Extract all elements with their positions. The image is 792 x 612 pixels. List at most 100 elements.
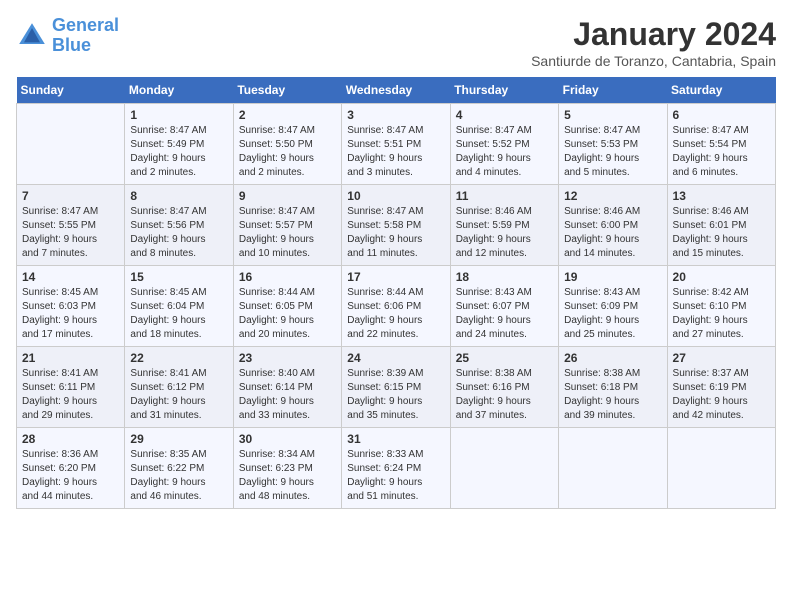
day-info: Sunrise: 8:38 AM Sunset: 6:18 PM Dayligh…	[564, 367, 661, 423]
weekday-header-sunday: Sunday	[17, 77, 125, 104]
day-cell: 6Sunrise: 8:47 AM Sunset: 5:54 PM Daylig…	[667, 104, 775, 185]
day-info: Sunrise: 8:47 AM Sunset: 5:53 PM Dayligh…	[564, 124, 661, 180]
day-number: 13	[673, 189, 770, 203]
day-number: 20	[673, 270, 770, 284]
day-cell: 10Sunrise: 8:47 AM Sunset: 5:58 PM Dayli…	[342, 185, 450, 266]
weekday-header-tuesday: Tuesday	[233, 77, 341, 104]
day-number: 8	[130, 189, 227, 203]
day-info: Sunrise: 8:45 AM Sunset: 6:03 PM Dayligh…	[22, 286, 119, 342]
day-number: 31	[347, 432, 444, 446]
day-number: 5	[564, 108, 661, 122]
day-cell: 19 Sunrise: 8:43 AM Sunset: 6:09 PM Dayli…	[559, 266, 667, 347]
day-info: Sunrise: 8:37 AM Sunset: 6:19 PM Dayligh…	[673, 367, 770, 423]
day-cell	[17, 104, 125, 185]
day-info: Sunrise: 8:46 AM Sunset: 6:00 PM Dayligh…	[564, 205, 661, 261]
day-cell: 13Sunrise: 8:46 AM Sunset: 6:01 PM Dayli…	[667, 185, 775, 266]
week-row-2: 7Sunrise: 8:47 AM Sunset: 5:55 PM Daylig…	[17, 185, 776, 266]
day-info: Sunrise: 8:47 AM Sunset: 5:49 PM Dayligh…	[130, 124, 227, 180]
day-info: Sunrise: 8:43 AM Sunset: 6:09 PM Dayligh…	[564, 286, 661, 342]
day-info: Sunrise: 8:47 AM Sunset: 5:57 PM Dayligh…	[239, 205, 336, 261]
day-number: 11	[456, 189, 553, 203]
day-number: 27	[673, 351, 770, 365]
day-number: 19	[564, 270, 661, 284]
day-cell: 16 Sunrise: 8:44 AM Sunset: 6:05 PM Dayli…	[233, 266, 341, 347]
day-number: 15	[130, 270, 227, 284]
day-number: 16	[239, 270, 336, 284]
day-cell: 12Sunrise: 8:46 AM Sunset: 6:00 PM Dayli…	[559, 185, 667, 266]
day-number: 2	[239, 108, 336, 122]
day-number: 9	[239, 189, 336, 203]
day-info: Sunrise: 8:42 AM Sunset: 6:10 PM Dayligh…	[673, 286, 770, 342]
day-number: 10	[347, 189, 444, 203]
day-info: Sunrise: 8:39 AM Sunset: 6:15 PM Dayligh…	[347, 367, 444, 423]
day-info: Sunrise: 8:44 AM Sunset: 6:05 PM Dayligh…	[239, 286, 336, 342]
day-info: Sunrise: 8:45 AM Sunset: 6:04 PM Dayligh…	[130, 286, 227, 342]
day-number: 25	[456, 351, 553, 365]
weekday-header-friday: Friday	[559, 77, 667, 104]
weekday-header-row: SundayMondayTuesdayWednesdayThursdayFrid…	[17, 77, 776, 104]
day-number: 3	[347, 108, 444, 122]
day-cell: 21 Sunrise: 8:41 AM Sunset: 6:11 PM Dayli…	[17, 347, 125, 428]
logo: General Blue	[16, 16, 119, 56]
day-cell: 18Sunrise: 8:43 AM Sunset: 6:07 PM Dayli…	[450, 266, 558, 347]
day-info: Sunrise: 8:47 AM Sunset: 5:55 PM Dayligh…	[22, 205, 119, 261]
day-info: Sunrise: 8:35 AM Sunset: 6:22 PM Dayligh…	[130, 448, 227, 504]
day-number: 28	[22, 432, 119, 446]
day-cell: 25 Sunrise: 8:38 AM Sunset: 6:16 PM Dayli…	[450, 347, 558, 428]
day-cell: 22 Sunrise: 8:41 AM Sunset: 6:12 PM Dayli…	[125, 347, 233, 428]
day-cell: 20 Sunrise: 8:42 AM Sunset: 6:10 PM Dayli…	[667, 266, 775, 347]
day-info: Sunrise: 8:43 AM Sunset: 6:07 PM Dayligh…	[456, 286, 553, 342]
weekday-header-monday: Monday	[125, 77, 233, 104]
day-info: Sunrise: 8:40 AM Sunset: 6:14 PM Dayligh…	[239, 367, 336, 423]
day-info: Sunrise: 8:47 AM Sunset: 5:51 PM Dayligh…	[347, 124, 444, 180]
week-row-5: 28 Sunrise: 8:36 AM Sunset: 6:20 PM Dayli…	[17, 428, 776, 509]
day-cell: 14 Sunrise: 8:45 AM Sunset: 6:03 PM Dayli…	[17, 266, 125, 347]
day-info: Sunrise: 8:41 AM Sunset: 6:12 PM Dayligh…	[130, 367, 227, 423]
day-info: Sunrise: 8:38 AM Sunset: 6:16 PM Dayligh…	[456, 367, 553, 423]
day-number: 23	[239, 351, 336, 365]
day-number: 17	[347, 270, 444, 284]
day-cell: 24Sunrise: 8:39 AM Sunset: 6:15 PM Dayli…	[342, 347, 450, 428]
week-row-1: 1 Sunrise: 8:47 AM Sunset: 5:49 PM Daylig…	[17, 104, 776, 185]
day-number: 14	[22, 270, 119, 284]
weekday-header-saturday: Saturday	[667, 77, 775, 104]
weekday-header-thursday: Thursday	[450, 77, 558, 104]
logo-line2: Blue	[52, 35, 91, 55]
day-info: Sunrise: 8:46 AM Sunset: 5:59 PM Dayligh…	[456, 205, 553, 261]
day-number: 30	[239, 432, 336, 446]
day-cell: 31 Sunrise: 8:33 AM Sunset: 6:24 PM Dayli…	[342, 428, 450, 509]
day-number: 22	[130, 351, 227, 365]
day-cell	[450, 428, 558, 509]
day-cell: 15 Sunrise: 8:45 AM Sunset: 6:04 PM Dayli…	[125, 266, 233, 347]
day-info: Sunrise: 8:36 AM Sunset: 6:20 PM Dayligh…	[22, 448, 119, 504]
day-number: 26	[564, 351, 661, 365]
day-cell: 17 Sunrise: 8:44 AM Sunset: 6:06 PM Dayli…	[342, 266, 450, 347]
logo-line1: General	[52, 15, 119, 35]
day-cell: 5 Sunrise: 8:47 AM Sunset: 5:53 PM Daylig…	[559, 104, 667, 185]
day-cell: 1 Sunrise: 8:47 AM Sunset: 5:49 PM Daylig…	[125, 104, 233, 185]
day-info: Sunrise: 8:33 AM Sunset: 6:24 PM Dayligh…	[347, 448, 444, 504]
week-row-3: 14 Sunrise: 8:45 AM Sunset: 6:03 PM Dayli…	[17, 266, 776, 347]
location: Santiurde de Toranzo, Cantabria, Spain	[531, 53, 776, 69]
logo-text: General Blue	[52, 16, 119, 56]
day-number: 4	[456, 108, 553, 122]
logo-icon	[16, 20, 48, 52]
day-info: Sunrise: 8:34 AM Sunset: 6:23 PM Dayligh…	[239, 448, 336, 504]
day-number: 21	[22, 351, 119, 365]
calendar-table: SundayMondayTuesdayWednesdayThursdayFrid…	[16, 77, 776, 509]
month-title: January 2024	[531, 16, 776, 53]
day-info: Sunrise: 8:47 AM Sunset: 5:50 PM Dayligh…	[239, 124, 336, 180]
day-number: 1	[130, 108, 227, 122]
day-cell: 26 Sunrise: 8:38 AM Sunset: 6:18 PM Dayli…	[559, 347, 667, 428]
day-info: Sunrise: 8:44 AM Sunset: 6:06 PM Dayligh…	[347, 286, 444, 342]
day-cell: 2 Sunrise: 8:47 AM Sunset: 5:50 PM Daylig…	[233, 104, 341, 185]
day-cell: 7Sunrise: 8:47 AM Sunset: 5:55 PM Daylig…	[17, 185, 125, 266]
day-cell: 11 Sunrise: 8:46 AM Sunset: 5:59 PM Dayli…	[450, 185, 558, 266]
day-info: Sunrise: 8:47 AM Sunset: 5:52 PM Dayligh…	[456, 124, 553, 180]
day-cell: 8Sunrise: 8:47 AM Sunset: 5:56 PM Daylig…	[125, 185, 233, 266]
day-info: Sunrise: 8:47 AM Sunset: 5:54 PM Dayligh…	[673, 124, 770, 180]
day-cell: 30 Sunrise: 8:34 AM Sunset: 6:23 PM Dayli…	[233, 428, 341, 509]
day-info: Sunrise: 8:41 AM Sunset: 6:11 PM Dayligh…	[22, 367, 119, 423]
day-cell: 4 Sunrise: 8:47 AM Sunset: 5:52 PM Daylig…	[450, 104, 558, 185]
title-block: January 2024 Santiurde de Toranzo, Canta…	[531, 16, 776, 69]
